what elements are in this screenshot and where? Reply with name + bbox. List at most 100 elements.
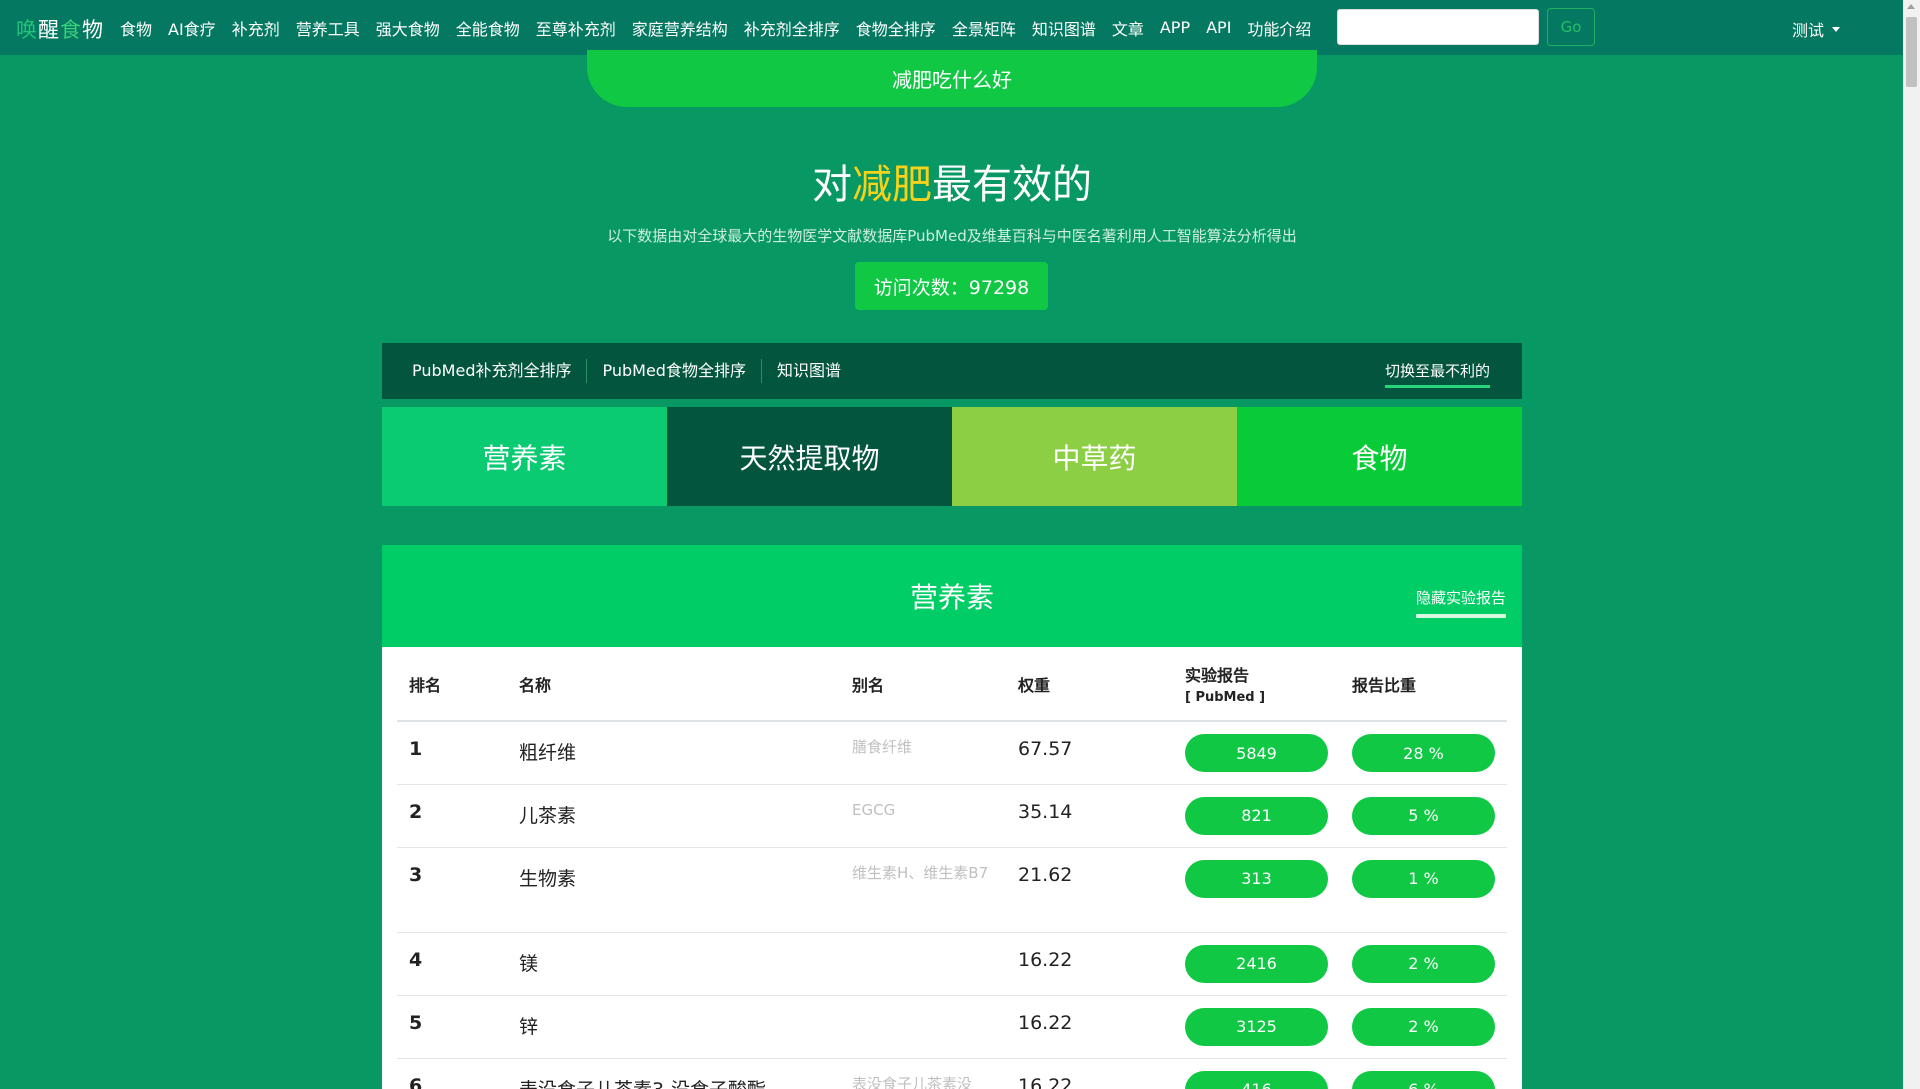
col-header-reports-source: [ PubMed ] — [1185, 690, 1266, 705]
nav-menu: 食物 AI食疗 补充剂 营养工具 强大食物 全能食物 至尊补充剂 家庭营养结构 … — [120, 0, 1327, 55]
nav-item-knowledge-graph[interactable]: 知识图谱 — [1032, 16, 1096, 40]
nav-item-panorama-matrix[interactable]: 全景矩阵 — [952, 16, 1016, 40]
row-alias: 表没食子儿茶素没 — [840, 1058, 1006, 1089]
col-header-rank: 排名 — [397, 647, 507, 722]
tab-nutrients[interactable]: 营养素 — [382, 407, 667, 506]
row-name[interactable]: 生物素 — [507, 847, 840, 933]
col-header-alias: 别名 — [840, 647, 1006, 722]
reports-count-pill[interactable]: 313 — [1185, 859, 1328, 898]
caret-down-icon — [1832, 26, 1841, 32]
nav-item-supplements[interactable]: 补充剂 — [232, 16, 280, 40]
report-ratio-pill[interactable]: 2 % — [1352, 944, 1495, 983]
nav-item-family-nutrition[interactable]: 家庭营养结构 — [632, 16, 728, 40]
table-row[interactable]: 2 儿茶素 EGCG 35.14 821 5 % — [397, 784, 1507, 848]
reports-count-pill[interactable]: 416 — [1185, 1070, 1328, 1089]
topic-banner[interactable]: 减肥吃什么好 — [587, 50, 1317, 107]
row-rank: 2 — [397, 784, 507, 848]
row-name[interactable]: 镁 — [507, 932, 840, 996]
nav-item-food-ranking[interactable]: 食物全排序 — [856, 16, 936, 40]
ranking-table: 排名 名称 别名 权重 实验报告 [ PubMed ] 报告比重 1 粗纤维 膳… — [397, 647, 1507, 1089]
nav-item-api[interactable]: API — [1206, 18, 1231, 37]
row-alias: 维生素H、维生素B7 — [840, 847, 1006, 933]
table-row[interactable]: 4 镁 16.22 2416 2 % — [397, 932, 1507, 996]
nav-item-ai-therapy[interactable]: AI食疗 — [168, 16, 216, 40]
tab-foods[interactable]: 食物 — [1237, 407, 1522, 506]
nav-item-articles[interactable]: 文章 — [1112, 16, 1144, 40]
section-title: 营养素 — [909, 581, 994, 614]
row-alias: EGCG — [840, 784, 1006, 848]
reports-count-pill[interactable]: 2416 — [1185, 944, 1328, 983]
search-input[interactable] — [1337, 9, 1539, 45]
tab-natural-extracts[interactable]: 天然提取物 — [667, 407, 952, 506]
reports-count-pill[interactable]: 3125 — [1185, 1007, 1328, 1046]
nav-item-food[interactable]: 食物 — [120, 16, 152, 40]
nav-item-powerful-foods[interactable]: 强大食物 — [376, 16, 440, 40]
row-weight: 21.62 — [1006, 847, 1173, 933]
row-rank: 3 — [397, 847, 507, 933]
top-navbar: 唤醒食物 食物 AI食疗 补充剂 营养工具 强大食物 全能食物 至尊补充剂 家庭… — [0, 0, 1920, 55]
report-ratio-pill[interactable]: 1 % — [1352, 859, 1495, 898]
scroll-thumb[interactable] — [1906, 17, 1917, 87]
page-scrollbar[interactable] — [1903, 0, 1920, 1089]
page-subtitle: 以下数据由对全球最大的生物医学文献数据库PubMed及维基百科与中医名著利用人工… — [607, 227, 1297, 245]
nav-item-supreme-supplements[interactable]: 至尊补充剂 — [536, 16, 616, 40]
row-rank: 5 — [397, 995, 507, 1059]
table-row[interactable]: 1 粗纤维 膳食纤维 67.57 5849 28 % — [397, 721, 1507, 785]
table-row[interactable]: 3 生物素 维生素H、维生素B7 21.62 313 1 % — [397, 847, 1507, 933]
nav-item-all-round-foods[interactable]: 全能食物 — [456, 16, 520, 40]
brand-char-2: 醒 — [38, 18, 60, 42]
ranking-table-container: 排名 名称 别名 权重 实验报告 [ PubMed ] 报告比重 1 粗纤维 膳… — [382, 647, 1522, 1089]
table-header-row: 排名 名称 别名 权重 实验报告 [ PubMed ] 报告比重 — [397, 647, 1507, 722]
row-name[interactable]: 锌 — [507, 995, 840, 1059]
report-ratio-pill[interactable]: 5 % — [1352, 796, 1495, 835]
hide-reports-link[interactable]: 隐藏实验报告 — [1415, 587, 1506, 618]
row-weight: 16.22 — [1006, 995, 1173, 1059]
tab-herbs[interactable]: 中草药 — [952, 407, 1237, 506]
row-alias — [840, 995, 1006, 1059]
report-ratio-pill[interactable]: 2 % — [1352, 1007, 1495, 1046]
row-name[interactable]: 粗纤维 — [507, 721, 840, 785]
col-header-reports: 实验报告 [ PubMed ] — [1173, 647, 1340, 722]
brand-char-4: 物 — [82, 18, 104, 42]
go-button[interactable]: Go — [1547, 8, 1595, 46]
subnav-supplement-ranking[interactable]: PubMed补充剂全排序 — [382, 359, 588, 383]
nav-item-supplement-ranking[interactable]: 补充剂全排序 — [744, 16, 840, 40]
title-highlight: 减肥 — [852, 162, 932, 208]
brand-char-3: 食 — [60, 18, 82, 42]
scroll-up-arrow-icon[interactable] — [1907, 4, 1915, 9]
table-row[interactable]: 6 表没食子儿茶素3-没食子酸酯 表没食子儿茶素没 16.22 416 6 % — [397, 1058, 1507, 1089]
row-rank: 6 — [397, 1058, 507, 1089]
reports-count-pill[interactable]: 821 — [1185, 796, 1328, 835]
category-tabs: 营养素 天然提取物 中草药 食物 — [382, 407, 1522, 506]
switch-to-worst-link[interactable]: 切换至最不利的 — [1384, 360, 1490, 388]
row-alias: 膳食纤维 — [840, 721, 1006, 785]
col-header-weight: 权重 — [1006, 647, 1173, 722]
nav-item-app[interactable]: APP — [1160, 18, 1190, 37]
row-name[interactable]: 儿茶素 — [507, 784, 840, 848]
row-rank: 1 — [397, 721, 507, 785]
row-weight: 16.22 — [1006, 932, 1173, 996]
col-header-name: 名称 — [507, 647, 840, 722]
visit-count-badge: 访问次数：97298 — [855, 262, 1048, 310]
brand-logo[interactable]: 唤醒食物 — [16, 14, 104, 44]
title-prefix: 对 — [812, 162, 852, 208]
nav-item-nutrition-tools[interactable]: 营养工具 — [296, 16, 360, 40]
row-weight: 35.14 — [1006, 784, 1173, 848]
row-alias — [840, 932, 1006, 996]
page-title: 对减肥最有效的 — [0, 152, 1904, 210]
row-weight: 16.22 — [1006, 1058, 1173, 1089]
user-dropdown[interactable]: 测试 — [1792, 17, 1841, 41]
table-row[interactable]: 5 锌 16.22 3125 2 % — [397, 995, 1507, 1059]
section-header: 营养素 隐藏实验报告 — [382, 545, 1522, 647]
subnav-knowledge-graph[interactable]: 知识图谱 — [762, 359, 856, 383]
report-ratio-pill[interactable]: 6 % — [1352, 1070, 1495, 1089]
page: 唤醒食物 食物 AI食疗 补充剂 营养工具 强大食物 全能食物 至尊补充剂 家庭… — [0, 0, 1920, 1089]
sub-navigation: PubMed补充剂全排序 PubMed食物全排序 知识图谱 切换至最不利的 — [382, 343, 1522, 399]
row-weight: 67.57 — [1006, 721, 1173, 785]
subnav-food-ranking[interactable]: PubMed食物全排序 — [587, 359, 762, 383]
user-label: 测试 — [1792, 21, 1825, 40]
nav-item-features[interactable]: 功能介绍 — [1247, 16, 1311, 40]
reports-count-pill[interactable]: 5849 — [1185, 734, 1328, 772]
report-ratio-pill[interactable]: 28 % — [1352, 734, 1495, 772]
row-name[interactable]: 表没食子儿茶素3-没食子酸酯 — [507, 1058, 840, 1089]
